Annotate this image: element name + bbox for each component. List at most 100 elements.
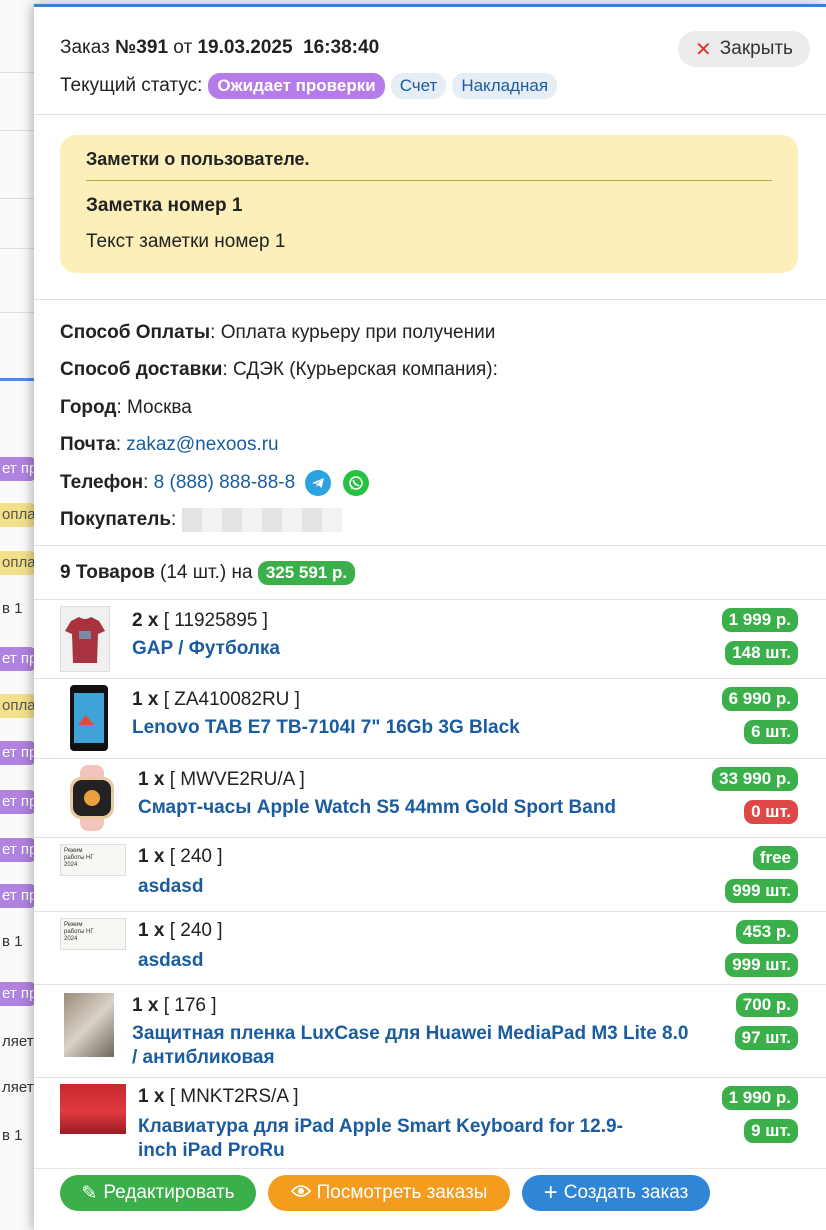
product-quantity-sku: 1 x [ 240 ]: [138, 920, 223, 941]
items-quantity: (14 шт.) на: [160, 561, 253, 583]
banner-text: Режим работы НГ 2024: [64, 922, 94, 942]
payment-value: : Оплата курьеру при получении: [210, 321, 496, 343]
buyer-label: Покупатель: [60, 509, 172, 531]
product-row: 1 x [ ZA410082RU ] Lenovo TAB E7 TB-7104…: [34, 679, 826, 759]
product-row: Режим работы НГ 2024 1 x [ 240 ] asdasd …: [34, 912, 826, 985]
product-price-badge: 1 990 р.: [721, 1086, 798, 1110]
close-icon: ✕: [695, 38, 712, 61]
product-name-link[interactable]: GAP / Футболка: [132, 637, 692, 661]
product-quantity-sku: 1 x [ MNKT2RS/A ]: [138, 1086, 299, 1107]
notes-title: Заметки о пользователе.: [86, 149, 772, 181]
product-quantity-sku: 1 x [ 240 ]: [138, 846, 223, 867]
user-notes: Заметки о пользователе. Заметка номер 1 …: [60, 135, 798, 273]
product-price-badge: free: [752, 846, 798, 870]
product-quantity-sku: 1 x [ MWVE2RU/A ]: [138, 769, 305, 790]
background-tag: ет пр: [0, 457, 36, 481]
product-quantity-sku: 1 x [ ZA410082RU ]: [132, 689, 300, 710]
bedding-image[interactable]: [60, 1084, 126, 1134]
delivery-row: Способ доставки: СДЭК (Курьерская компан…: [60, 352, 800, 390]
product-stock-badge: 148 шт.: [725, 641, 798, 665]
view-orders-button[interactable]: Посмотреть заказы: [268, 1175, 510, 1211]
product-stock-badge: 9 шт.: [744, 1119, 798, 1143]
product-row: 1 x [ MNKT2RS/A ] Клавиатура для iPad Ap…: [34, 1078, 826, 1171]
email-link[interactable]: zakaz@nexoos.ru: [126, 434, 278, 456]
product-row: 1 x [ 176 ] Защитная пленка LuxCase для …: [34, 985, 826, 1078]
watch-image[interactable]: [64, 765, 120, 831]
email-row: Почта: zakaz@nexoos.ru: [60, 427, 800, 465]
delivery-value: : СДЭК (Курьерская компания):: [222, 359, 498, 381]
edit-label: Редактировать: [103, 1182, 235, 1203]
background-tag: опла: [0, 694, 36, 718]
product-name-link[interactable]: Смарт-часы Apple Watch S5 44mm Gold Spor…: [138, 796, 698, 820]
product-quantity-sku: 1 x [ 176 ]: [132, 995, 217, 1016]
order-prefix: Заказ: [60, 37, 110, 58]
email-separator: :: [115, 434, 127, 456]
notes-section: Заметки о пользователе. Заметка номер 1 …: [34, 115, 826, 300]
product-stock-badge: 6 шт.: [744, 720, 798, 744]
phone-link[interactable]: 8 (888) 888-88-8: [154, 472, 296, 494]
banner-image[interactable]: Режим работы НГ 2024: [60, 844, 126, 876]
whatsapp-icon[interactable]: [343, 469, 370, 496]
background-tag: опла: [0, 551, 36, 575]
phone-label: Телефон: [60, 471, 144, 493]
background-tag: ет пр: [0, 647, 36, 671]
view-orders-label: Посмотреть заказы: [316, 1182, 488, 1203]
delivery-label: Способ доставки: [60, 359, 223, 381]
background-tag: ет пр: [0, 982, 36, 1006]
waybill-link[interactable]: Накладная: [452, 73, 558, 99]
background-tag: ляет: [2, 1033, 34, 1050]
background-tag: опла: [0, 503, 36, 527]
status-label: Текущий статус:: [60, 75, 203, 96]
eye-icon: [290, 1182, 311, 1204]
film-image[interactable]: [64, 993, 114, 1057]
order-date-prefix: от: [173, 37, 193, 58]
background-tag: ет пр: [0, 741, 36, 765]
order-info: Способ Оплаты: Оплата курьеру при получе…: [34, 300, 826, 546]
product-stock-badge: 97 шт.: [734, 1026, 798, 1050]
pencil-icon: ✎: [81, 1182, 98, 1204]
city-value: : Москва: [116, 396, 192, 418]
close-label: Закрыть: [719, 38, 793, 59]
product-name-link[interactable]: Защитная пленка LuxCase для Huawei Media…: [132, 1022, 692, 1070]
product-price-badge: 700 р.: [735, 993, 798, 1017]
city-row: Город: Москва: [60, 389, 800, 427]
email-label: Почта: [60, 434, 116, 456]
invoice-link[interactable]: Счет: [390, 73, 447, 99]
items-summary: 9 Товаров (14 шт.) на 325 591 р.: [34, 546, 826, 600]
banner-image[interactable]: Режим работы НГ 2024: [60, 918, 126, 950]
status-badge[interactable]: Ожидает проверки: [208, 73, 385, 99]
background-tag: в 1: [2, 933, 23, 950]
product-price-badge: 33 990 р.: [712, 767, 798, 791]
background-tag: в 1: [2, 1127, 23, 1144]
product-name-link[interactable]: asdasd: [138, 949, 698, 973]
edit-button[interactable]: ✎ Редактировать: [60, 1175, 256, 1211]
phone-separator: :: [143, 471, 154, 493]
product-price-badge: 6 990 р.: [721, 687, 798, 711]
background-tag: ет пр: [0, 838, 36, 862]
product-name-link[interactable]: Клавиатура для iPad Apple Smart Keyboard…: [138, 1115, 658, 1163]
plus-icon: +: [543, 1179, 558, 1206]
background-tag: ет пр: [0, 790, 36, 814]
background-tag: в 1: [2, 600, 23, 617]
order-modal: Заказ №391 от 19.03.2025 16:38:40 Текущи…: [34, 4, 826, 1230]
order-datetime: 19.03.2025 16:38:40: [197, 37, 380, 58]
product-row: 1 x [ MWVE2RU/A ] Смарт-часы Apple Watch…: [34, 759, 826, 838]
tablet-image[interactable]: [70, 685, 108, 751]
banner-text: Режим работы НГ 2024: [64, 848, 94, 868]
tshirt-image[interactable]: [60, 606, 110, 672]
product-name-link[interactable]: asdasd: [138, 875, 698, 899]
buyer-name-redacted: [182, 508, 343, 533]
city-label: Город: [60, 396, 117, 418]
telegram-icon[interactable]: [305, 469, 332, 496]
product-row: 2 x [ 11925895 ] GAP / Футболка 1 999 р.…: [34, 600, 826, 679]
product-stock-badge: 0 шт.: [744, 800, 798, 824]
close-button[interactable]: ✕ Закрыть: [678, 31, 810, 67]
create-order-button[interactable]: + Создать заказ: [522, 1175, 710, 1211]
background-tag: ляет: [2, 1079, 34, 1096]
product-stock-badge: 999 шт.: [725, 879, 798, 903]
create-order-label: Создать заказ: [563, 1182, 689, 1203]
payment-label: Способ Оплаты: [60, 321, 211, 343]
buyer-row: Покупатель:: [60, 502, 800, 540]
product-name-link[interactable]: Lenovo TAB E7 TB-7104I 7" 16Gb 3G Black: [132, 716, 712, 740]
modal-footer: ✎ Редактировать Посмотреть заказы + Созд…: [34, 1168, 826, 1230]
